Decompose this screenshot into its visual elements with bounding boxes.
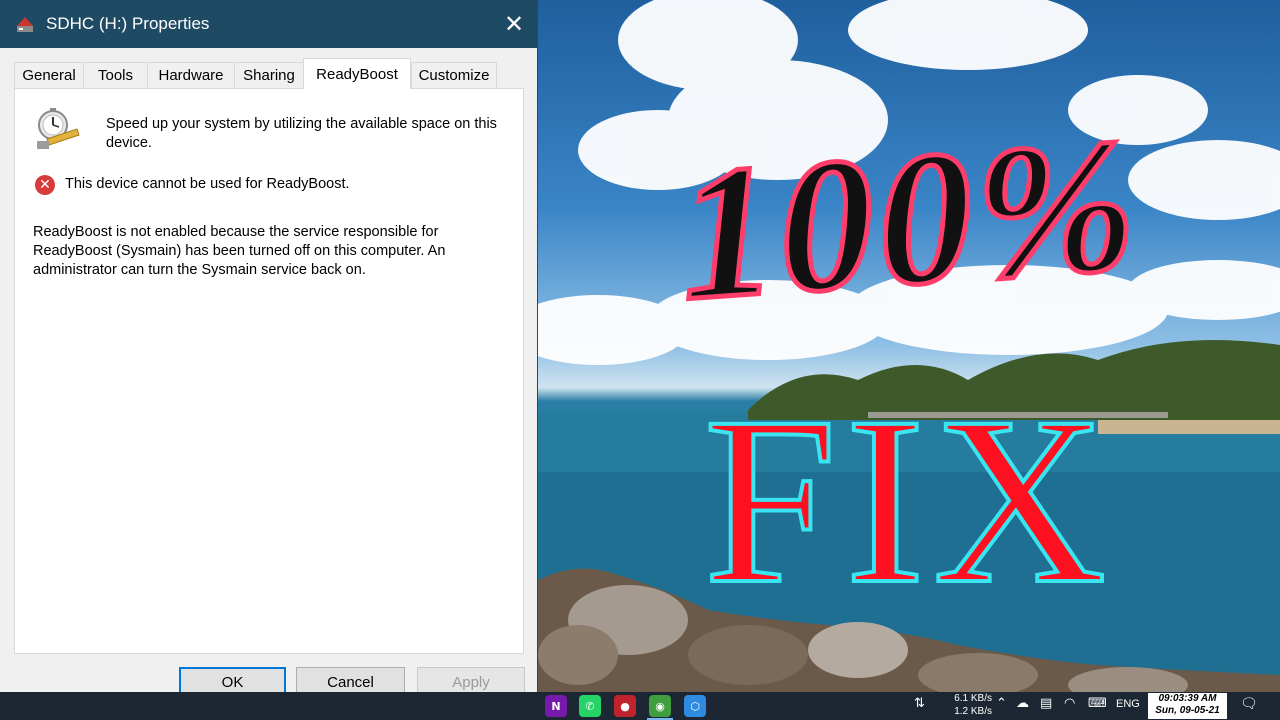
network-arrows-icon: ⇅ [914,696,925,711]
whatsapp-icon: ✆ [585,699,595,713]
readyboost-detail-text: ReadyBoost is not enabled because the se… [33,224,446,278]
network-speed: 6.1 KB/s 1.2 KB/s [940,692,992,718]
readyboost-stopwatch-icon [37,108,80,149]
taskbar-app-package[interactable]: ⬡ [684,695,706,717]
title-bar[interactable]: SDHC (H:) Properties ✕ [0,0,537,48]
tab-label: Hardware [158,67,224,84]
taskbar-app-recorder[interactable]: ● [614,695,636,717]
tab-strip: General Tools Hardware Sharing ReadyBoos… [14,58,524,89]
taskbar-app-onenote[interactable]: N [545,695,567,717]
keyboard-icon[interactable]: ⌨ [1088,696,1107,711]
tab-label: ReadyBoost [316,65,398,83]
tab-tools[interactable]: Tools [83,62,148,88]
overlay-title-bottom: FIX [702,367,1115,633]
taskbar: N ✆ ● ◉ ⬡ ⇅ 6.1 KB/s 1.2 KB/s ⌃ ☁ ▤ ◠ ⌨ … [0,692,1280,720]
drive-icon [17,17,33,32]
tab-readyboost[interactable]: ReadyBoost [303,58,411,89]
tab-customize[interactable]: Customize [411,62,497,88]
tab-label: Sharing [243,67,295,84]
system-clock[interactable]: 09:03:39 AM Sun, 09-05-21 [1148,693,1227,719]
chevron-up-icon[interactable]: ⌃ [996,696,1007,711]
error-message: This device cannot be used for ReadyBoos… [65,176,350,192]
tab-general[interactable]: General [14,62,84,88]
error-icon: ✕ [35,175,55,195]
properties-dialog: SDHC (H:) Properties ✕ General Tools Har… [0,0,538,706]
package-icon: ⬡ [690,699,700,713]
tab-label: Customize [418,67,490,84]
language-indicator[interactable]: ENG [1116,698,1140,710]
close-button[interactable]: ✕ [491,0,537,48]
wifi-icon[interactable]: ◠ [1064,696,1075,711]
notification-icon[interactable]: 🗨 [1240,696,1258,712]
clock-time: 09:03:39 AM [1158,693,1217,704]
readyboost-intro-text: Speed up your system by utilizing the av… [106,116,497,151]
readyboost-panel: Speed up your system by utilizing the av… [14,88,524,654]
download-speed: 1.2 KB/s [954,706,992,717]
tab-hardware[interactable]: Hardware [147,62,235,88]
tab-sharing[interactable]: Sharing [234,62,304,88]
printer-icon[interactable]: ▤ [1040,696,1052,711]
onenote-icon: N [551,699,561,713]
browser-icon: ◉ [655,699,665,713]
cloud-icon[interactable]: ☁ [1016,696,1029,711]
taskbar-app-whatsapp[interactable]: ✆ [579,695,601,717]
recorder-icon: ● [620,699,630,713]
upload-speed: 6.1 KB/s [954,693,992,704]
close-icon: ✕ [503,10,525,38]
window-title: SDHC (H:) Properties [46,14,210,33]
taskbar-app-browser[interactable]: ◉ [649,695,671,717]
tab-label: Tools [97,67,134,84]
tab-label: General [22,67,76,84]
clock-date: Sun, 09-05-21 [1155,705,1220,716]
desktop-wallpaper: 100% FIX [538,0,1280,692]
